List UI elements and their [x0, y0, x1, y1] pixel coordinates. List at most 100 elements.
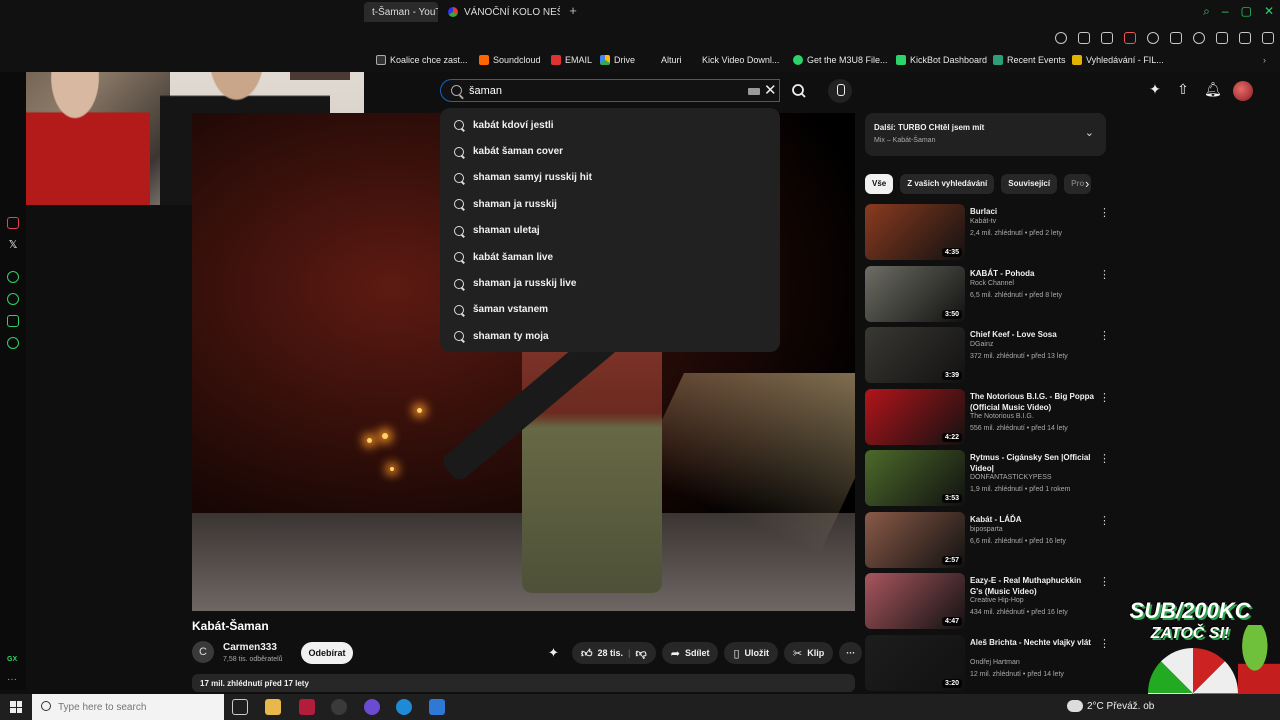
chevron-right-icon[interactable]: › — [1085, 176, 1089, 191]
search-button[interactable] — [786, 80, 812, 102]
extensions-icon[interactable] — [7, 315, 19, 327]
subscribe-button[interactable]: Odebírat — [301, 642, 353, 664]
bookmark-item[interactable]: Alturi — [647, 55, 682, 65]
suggestion-item[interactable]: shaman ja russkij live — [440, 270, 780, 296]
suggestion-item[interactable]: shaman samyj russkij hit — [440, 165, 780, 191]
tab-vanocni-kolo[interactable]: VÁNOČNÍ KOLO NEŠTĚSTÍ — [440, 2, 560, 22]
avatar[interactable] — [1233, 81, 1253, 101]
pin-icon[interactable] — [1078, 32, 1090, 44]
translate-icon[interactable] — [1147, 32, 1159, 44]
more-vert-icon[interactable]: ⋮ — [1099, 268, 1110, 281]
bookmark-item[interactable]: Koalice chce zast... — [376, 55, 468, 65]
channel-name[interactable]: The Notorious B.I.G. — [970, 413, 1034, 420]
recommendation-item[interactable]: 4:35 Burlaci Kabát-tv 2,4 mil. zhlédnutí • … — [865, 204, 1110, 262]
channel-name[interactable]: Kabát-tv — [970, 218, 996, 225]
keyboard-icon[interactable] — [748, 88, 760, 95]
video-thumbnail[interactable]: 2:57 — [865, 511, 965, 568]
clip-button[interactable]: ✂ Klip — [784, 642, 834, 664]
notifications-icon[interactable]: 🔔︎ — [1204, 82, 1222, 96]
gx-icon[interactable]: GX — [7, 656, 19, 668]
suggestion-item[interactable]: kabát šaman cover — [440, 138, 780, 164]
close-icon[interactable]: ✕ — [1264, 4, 1274, 19]
suggestion-item[interactable]: šaman vstanem — [440, 297, 780, 323]
extensions-icon[interactable] — [1216, 32, 1228, 44]
share-button[interactable]: ➦ Sdílet — [661, 642, 719, 664]
more-vert-icon[interactable]: ⋮ — [1099, 329, 1110, 342]
suggestion-item[interactable]: shaman ty moja — [440, 323, 780, 349]
windows-start-icon[interactable] — [10, 701, 22, 713]
mix-playlist-panel[interactable]: Další: TURBO CHtěl jsem mít Mix – Kabát-… — [865, 113, 1106, 156]
x-icon[interactable]: 𝕏 — [7, 239, 19, 251]
recommendation-item[interactable]: 3:53 Rytmus - Cigánsky Sen |Official Vide… — [865, 450, 1110, 508]
bookmark-item[interactable]: EMAIL — [551, 55, 592, 65]
search-icon[interactable]: ⌕ — [1203, 4, 1210, 19]
taskbar-search[interactable] — [32, 694, 224, 720]
upload-icon[interactable]: ⇧ — [1176, 82, 1190, 96]
voice-search-button[interactable] — [828, 79, 852, 103]
more-vert-icon[interactable]: ⋮ — [1099, 514, 1110, 527]
screenshot-icon[interactable] — [1101, 32, 1113, 44]
maximize-icon[interactable]: ▢ — [1241, 4, 1252, 19]
channel-name[interactable]: biposparta — [970, 526, 1003, 533]
bookmark-item[interactable]: Soundcloud — [479, 55, 541, 65]
suggestion-item[interactable]: kabát kdoví jestli — [440, 112, 780, 138]
recommendation-item[interactable]: 3:39 Chief Keef - Love Sosa DGainz 372 mil.… — [865, 327, 1110, 385]
app-icon[interactable] — [364, 699, 380, 715]
zoom-icon[interactable] — [1055, 32, 1067, 44]
instagram-icon[interactable] — [7, 217, 19, 229]
app-window-icon[interactable] — [429, 699, 445, 715]
channel-name[interactable]: Rock Channel — [970, 280, 1014, 287]
taskbar-search-input[interactable] — [58, 700, 218, 714]
suggestion-item[interactable]: shaman ja russkij — [440, 191, 780, 217]
channel-name[interactable]: Carmen333 — [223, 642, 277, 653]
like-button[interactable]: 👍︎ 28 tis. | 👎︎ — [572, 642, 656, 664]
more-vert-icon[interactable]: ⋮ — [1099, 452, 1110, 465]
search-input[interactable] — [469, 83, 739, 99]
obs-icon[interactable] — [331, 699, 347, 715]
player-icon[interactable] — [7, 271, 19, 283]
extension-icon[interactable]: ✦ — [548, 645, 566, 661]
bookmark-item[interactable]: Recent Events — [993, 55, 1066, 65]
bookmark-item[interactable]: Vyhledávání - FIL... — [1072, 55, 1164, 65]
tab-youtube[interactable]: t-Šaman - YouTube — [364, 2, 438, 22]
play-icon[interactable] — [1170, 32, 1182, 44]
weather-widget[interactable]: 2°C Převáž. ob — [1067, 700, 1154, 712]
more-actions-button[interactable]: ··· — [839, 642, 863, 664]
recommendation-item[interactable]: 2:57 Kabát - LÁĎA biposparta 6,6 mil. zhléd… — [865, 511, 1110, 570]
chevron-down-icon[interactable]: ⌄ — [1085, 126, 1094, 139]
video-thumbnail[interactable]: 4:22 — [865, 388, 965, 445]
channel-name[interactable]: Creative Hip-Hop — [970, 597, 1024, 604]
channel-name[interactable]: Ondřej Hartman — [970, 659, 1020, 666]
video-thumbnail[interactable]: 4:35 — [865, 204, 965, 260]
more-vert-icon[interactable]: ⋮ — [1099, 206, 1110, 219]
video-thumbnail[interactable]: 3:20 — [865, 634, 965, 691]
video-thumbnail[interactable]: 4:47 — [865, 573, 965, 629]
extension-puzzle-icon[interactable]: ✦ — [1148, 82, 1162, 96]
video-thumbnail[interactable]: 3:50 — [865, 265, 965, 322]
chip-all[interactable]: Vše — [865, 174, 894, 194]
bookmark-item[interactable]: Kick Video Downl... — [692, 55, 779, 65]
menu-icon[interactable] — [1262, 32, 1274, 44]
search-box[interactable]: ✕ — [440, 79, 780, 102]
more-vert-icon[interactable]: ⋮ — [1099, 575, 1110, 588]
minimize-icon[interactable]: – — [1222, 4, 1229, 19]
suggestion-item[interactable]: shaman uletaj — [440, 218, 780, 244]
settings-icon[interactable] — [7, 337, 19, 349]
heart-icon[interactable] — [1193, 32, 1205, 44]
recommendation-item[interactable]: 4:47 Eazy-E - Real Muthaphuckkin G's (Mus… — [865, 573, 1110, 631]
bookmarks-overflow-icon[interactable]: › — [1263, 55, 1266, 65]
thumbs-down-icon[interactable]: 👎︎ — [636, 647, 647, 660]
description-box[interactable]: 17 mil. zhlédnutí před 17 lety — [192, 674, 855, 692]
channel-name[interactable]: DGainz — [970, 341, 993, 348]
video-thumbnail[interactable]: 3:53 — [865, 450, 965, 506]
download-icon[interactable] — [1239, 32, 1251, 44]
bookmark-item[interactable]: KickBot Dashboard — [896, 55, 987, 65]
more-vert-icon[interactable]: ⋮ — [1099, 391, 1110, 404]
edge-icon[interactable] — [396, 699, 412, 715]
recommendation-item[interactable]: 3:20 Aleš Brichta - Nechte vlajky vlát Ond… — [865, 634, 1110, 693]
bookmark-item[interactable]: Drive — [600, 55, 635, 65]
shield-icon[interactable] — [1124, 32, 1136, 44]
history-icon[interactable] — [7, 293, 19, 305]
chip-from-searches[interactable]: Z vašich vyhledávání — [900, 174, 995, 194]
suggestion-item[interactable]: kabát šaman live — [440, 244, 780, 270]
